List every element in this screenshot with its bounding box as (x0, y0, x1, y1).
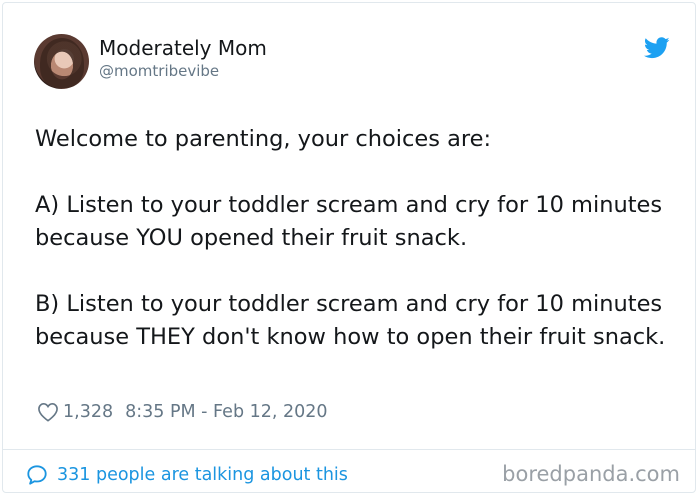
tweet-meta: 1,328 8:35 PM - Feb 12, 2020 (37, 400, 328, 424)
tweet-text: Welcome to parenting, your choices are: … (35, 126, 666, 350)
avatar[interactable] (34, 34, 89, 89)
author-handle[interactable]: @momtribevibe (99, 62, 219, 80)
twitter-bird-icon[interactable] (644, 37, 670, 59)
author-display-name[interactable]: Moderately Mom (99, 36, 267, 60)
tweet-timestamp[interactable]: 8:35 PM - Feb 12, 2020 (125, 402, 327, 422)
tweet-card: Moderately Mom @momtribevibe Welcome to … (2, 2, 696, 493)
avatar-photo (40, 38, 84, 88)
boredpanda-watermark: boredpanda.com (502, 462, 680, 486)
conversation-link[interactable]: 331 people are talking about this (26, 463, 348, 487)
speech-bubble-icon (27, 465, 47, 485)
footer-divider (3, 449, 695, 450)
heart-icon[interactable] (37, 402, 59, 422)
conversation-text[interactable]: 331 people are talking about this (57, 465, 348, 485)
like-count: 1,328 (63, 402, 114, 422)
